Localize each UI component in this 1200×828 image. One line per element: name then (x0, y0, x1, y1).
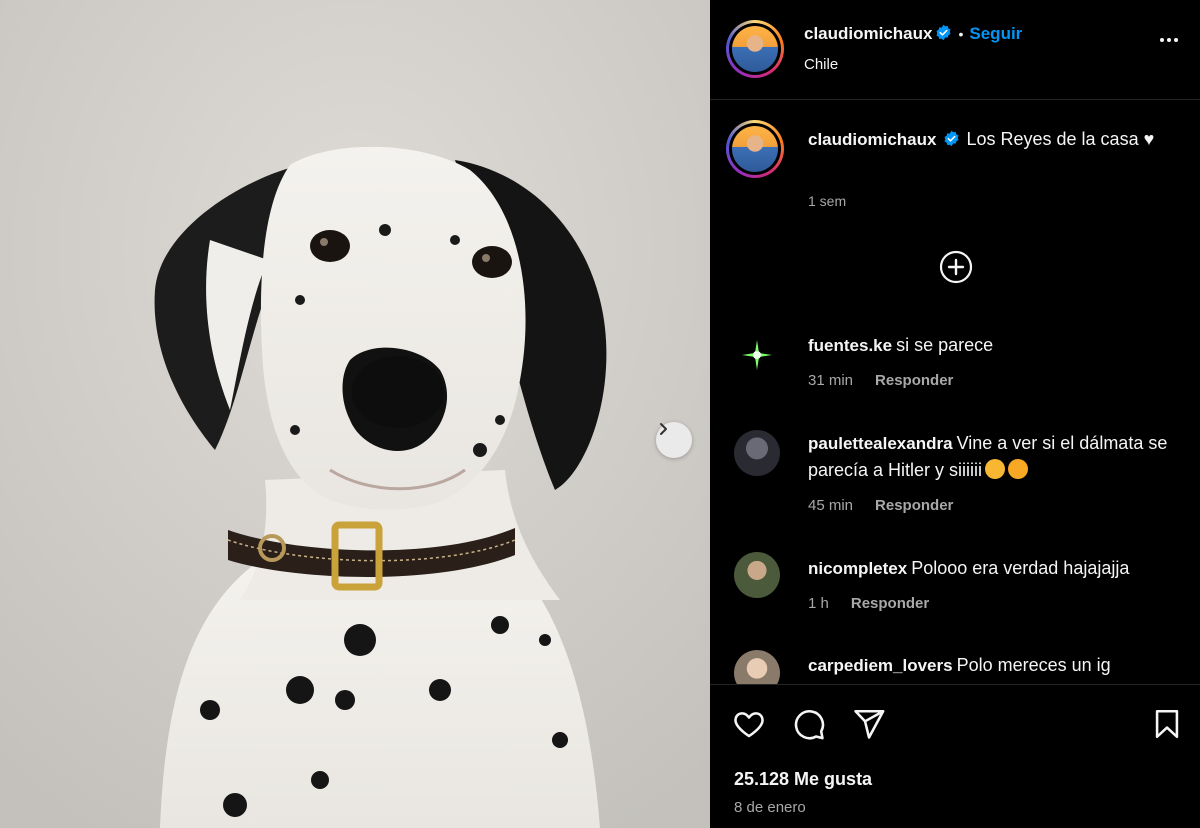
likes-count[interactable]: 25.128 Me gusta (734, 769, 872, 790)
comment-body: carpediem_lovers Polo mereces un ig (808, 652, 1178, 679)
rofl-emoji-icon (1008, 459, 1029, 479)
comment-body: nicompletex Polooo era verdad hajajajja (808, 555, 1178, 582)
comment-body: paulettealexandra Vine a ver si el dálmat… (808, 430, 1178, 484)
comment-body: fuentes.ke si se parece (808, 332, 1178, 359)
bookmark-icon[interactable] (1150, 707, 1184, 741)
comment-meta: 31 min Responder (808, 372, 953, 389)
comment-username[interactable]: fuentes.ke (808, 336, 892, 355)
comment-text: Polooo era verdad hajajajja (911, 558, 1130, 578)
verified-badge-icon (943, 128, 960, 147)
share-icon[interactable] (852, 707, 886, 741)
post-header: claudiomichaux • Seguir Chile (710, 0, 1200, 100)
comment-time: 45 min (808, 497, 854, 514)
comment-username[interactable]: paulettealexandra (808, 434, 953, 453)
heart-icon[interactable] (732, 707, 766, 741)
follow-button[interactable]: Seguir (969, 24, 1022, 43)
author-avatar[interactable] (726, 20, 784, 78)
comment-username[interactable]: carpediem_lovers (808, 656, 953, 675)
comment-meta: 45 min Responder (808, 497, 953, 514)
reply-button[interactable]: Responder (875, 372, 953, 389)
comment-time: 1 h (808, 595, 829, 612)
post-location[interactable]: Chile (804, 56, 838, 73)
comment-avatar[interactable] (734, 332, 780, 378)
add-circle-icon[interactable] (939, 250, 973, 284)
comment-avatar[interactable] (734, 430, 780, 476)
caption-time: 1 sem (808, 193, 847, 209)
more-options-icon[interactable] (1160, 38, 1178, 42)
post-image (0, 0, 710, 828)
caption-username[interactable]: claudiomichaux (808, 130, 936, 149)
comment-time: 31 min (808, 372, 854, 389)
dalmatian-photo (0, 0, 710, 828)
caption: claudiomichaux Los Reyes de la casa ♥ (808, 126, 1168, 153)
post-side-panel: claudiomichaux • Seguir Chile claudiomicha… (710, 0, 1200, 828)
separator-dot: • (958, 26, 964, 42)
heart-eyes-emoji-icon (985, 459, 1006, 479)
comment-text: si se parece (896, 335, 994, 355)
reply-button[interactable]: Responder (851, 595, 929, 612)
next-image-button[interactable] (656, 422, 692, 458)
comment-avatar[interactable] (734, 552, 780, 598)
comment-meta: 1 h Responder (808, 595, 929, 612)
comment-icon[interactable] (792, 707, 826, 741)
comment-username[interactable]: nicompletex (808, 559, 907, 578)
post-date: 8 de enero (734, 799, 806, 816)
caption-text: Los Reyes de la casa ♥ (966, 129, 1155, 149)
reply-button[interactable]: Responder (875, 497, 953, 514)
caption-author-avatar[interactable] (726, 120, 784, 178)
post-actions: 25.128 Me gusta 8 de enero (710, 684, 1200, 828)
comment-text: Polo mereces un ig (956, 655, 1111, 675)
verified-badge-icon (935, 24, 952, 41)
author-username[interactable]: claudiomichaux (804, 24, 932, 43)
